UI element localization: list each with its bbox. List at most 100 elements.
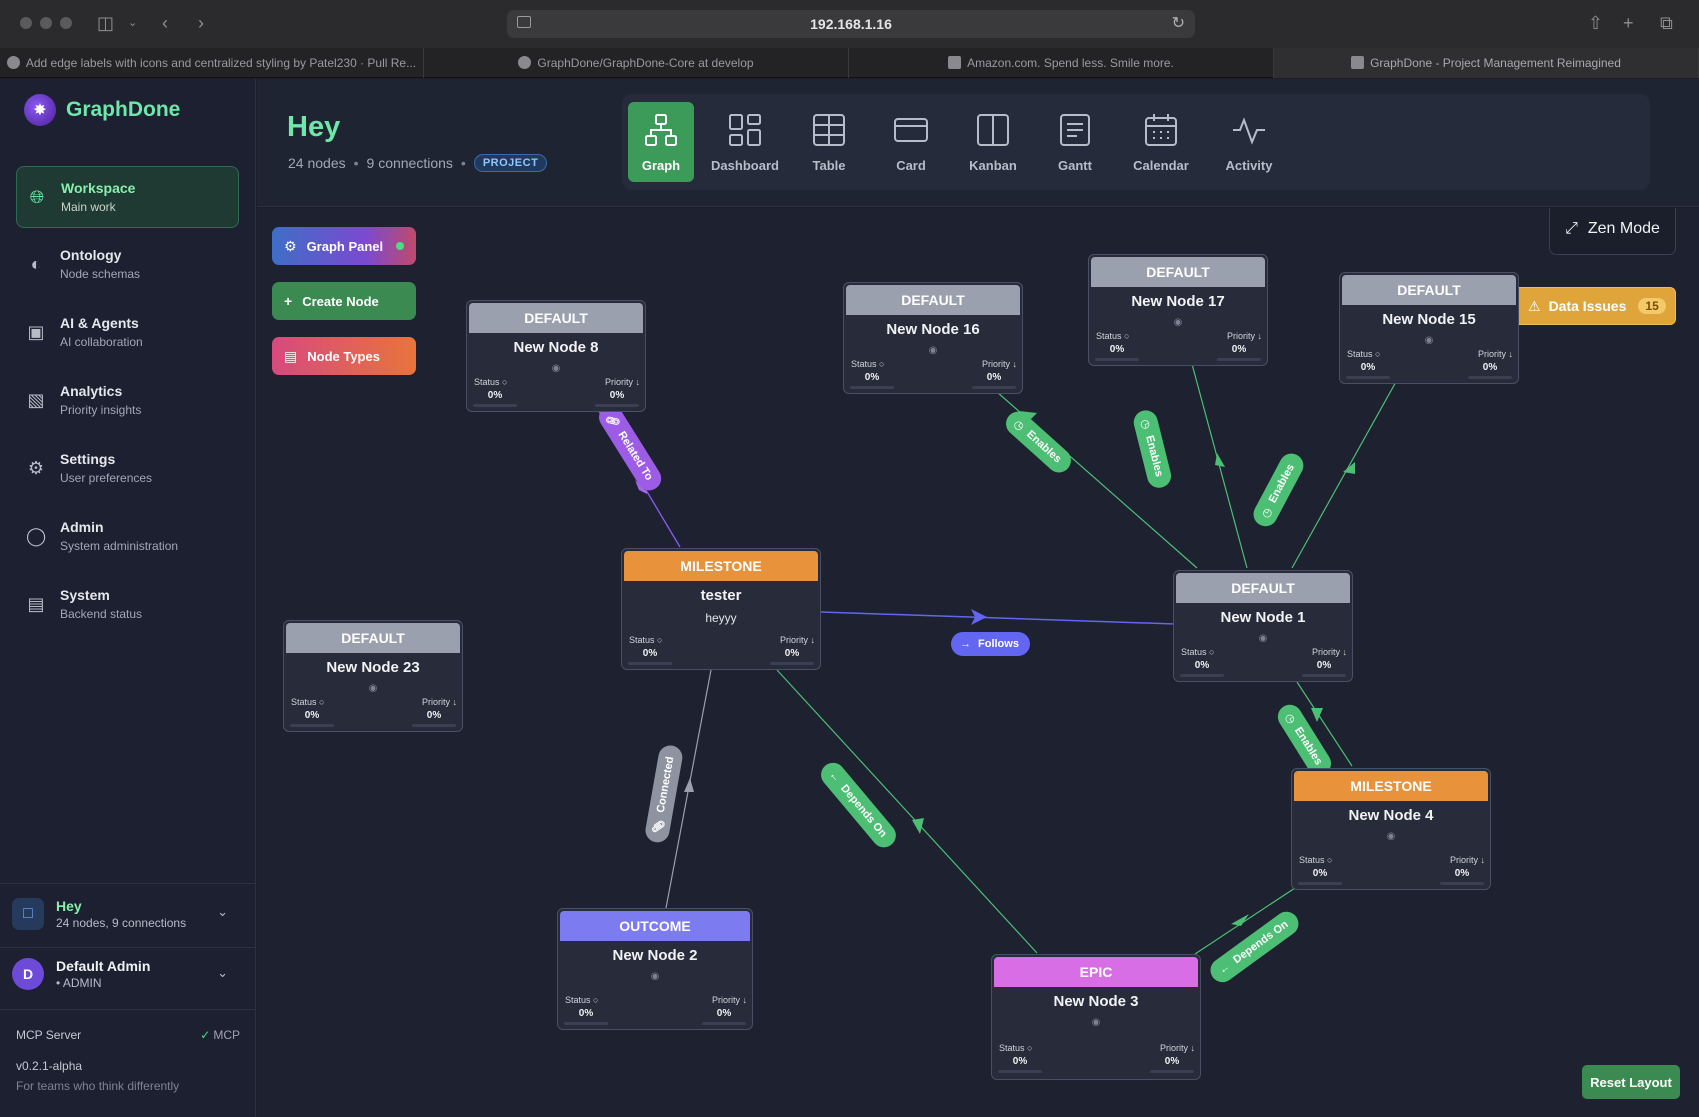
- close-window-button[interactable]: [20, 17, 32, 29]
- sidebar-item-subtitle: Backend status: [60, 607, 143, 621]
- bar-chart-icon: ▧: [27, 390, 45, 410]
- priority-label: Priority ↓: [981, 359, 1017, 369]
- edge-label-text: Enables: [1143, 434, 1166, 479]
- edge-follows[interactable]: [820, 611, 1176, 625]
- connection-count: 9 connections: [366, 155, 453, 171]
- sidebar-item-title: AI & Agents: [60, 315, 139, 331]
- mcp-server-row: MCP Server ✓ MCP: [16, 1028, 240, 1042]
- reset-layout-button[interactable]: Reset Layout: [1582, 1065, 1680, 1099]
- status-badge: PROJECT: [473, 154, 548, 172]
- sidebar-item-ai-agents[interactable]: ▣ AI & Agents AI collaboration: [16, 302, 239, 364]
- status-label: Status ○: [629, 635, 663, 645]
- status-value: 0%: [1109, 344, 1125, 355]
- priority-label: Priority ↓: [779, 635, 815, 645]
- address-bar[interactable]: 192.168.1.16 ↻: [507, 10, 1195, 38]
- chevron-down-icon[interactable]: ⌄: [128, 12, 137, 34]
- tab-dashboard[interactable]: Dashboard: [711, 102, 779, 182]
- sidebar-item-ontology[interactable]: ◐ Ontology Node schemas: [16, 234, 239, 296]
- tab-calendar[interactable]: Calendar: [1128, 102, 1194, 182]
- button-label: Create Node: [302, 293, 379, 309]
- forward-icon[interactable]: ›: [198, 12, 204, 34]
- status-value: 0%: [1312, 868, 1328, 879]
- dashboard-icon: [712, 112, 778, 148]
- priority-value: 0%: [1454, 868, 1470, 879]
- edge-enables[interactable]: [1291, 379, 1398, 569]
- sidebar: ✸ GraphDone 🌐︎ Workspace Main work ◐ Ont…: [0, 79, 256, 1117]
- view-switcher: Graph Dashboard Table Card Kanban Gantt …: [622, 94, 1650, 190]
- status-value: 0%: [1360, 362, 1376, 373]
- sidebar-toggle-icon[interactable]: ◫: [97, 12, 114, 34]
- graph-node[interactable]: DEFAULT New Node 16 ◉ Status ○ Priority …: [843, 282, 1023, 394]
- sidebar-item-subtitle: Node schemas: [60, 267, 141, 281]
- browser-tab[interactable]: Amazon.com. Spend less. Smile more.: [849, 48, 1274, 78]
- graph-node[interactable]: MILESTONE tester heyyy Status ○ Priority…: [621, 548, 821, 670]
- sidebar-item-settings[interactable]: ⚙ Settings User preferences: [16, 438, 239, 500]
- node-types-button[interactable]: ▤ Node Types: [272, 337, 416, 375]
- tab-gantt[interactable]: Gantt: [1042, 102, 1108, 182]
- browser-titlebar: ◫ ⌄ ‹ › 192.168.1.16 ↻ ⇧ + ⧉: [0, 0, 1699, 48]
- folder-icon: □: [12, 898, 44, 930]
- tab-card[interactable]: Card: [878, 102, 944, 182]
- zoom-window-button[interactable]: [60, 17, 72, 29]
- graph-node[interactable]: DEFAULT New Node 8 ◉ Status ○ Priority ↓…: [466, 300, 646, 412]
- schema-icon: ◐: [30, 254, 42, 274]
- node-type-badge: DEFAULT: [1091, 257, 1265, 287]
- graph-panel-button[interactable]: ⚙ Graph Panel: [272, 227, 416, 265]
- user-menu[interactable]: D Default Admin • ADMIN ⌄: [10, 955, 238, 1005]
- edge-label-follows[interactable]: → Follows: [951, 632, 1030, 656]
- button-label: Zen Mode: [1587, 220, 1660, 237]
- project-selector[interactable]: □ Hey 24 nodes, 9 connections ⌄: [12, 894, 236, 944]
- tab-label: GraphDone - Project Management Reimagine…: [1370, 56, 1621, 70]
- sidebar-item-subtitle: Main work: [61, 200, 116, 214]
- data-issues-button[interactable]: ⚠ Data Issues 15: [1513, 287, 1676, 325]
- node-description: heyyy: [705, 611, 737, 625]
- edge-enables[interactable]: [1191, 363, 1248, 569]
- graph-node[interactable]: EPIC New Node 3 ◉ Status ○ Priority ↓ 0%…: [991, 954, 1201, 1080]
- browser-tab[interactable]: Add edge labels with icons and centraliz…: [0, 48, 424, 78]
- graph-node[interactable]: DEFAULT New Node 1 ◉ Status ○ Priority ↓…: [1173, 570, 1353, 682]
- node-title: New Node 16: [886, 321, 980, 338]
- minimize-window-button[interactable]: [40, 17, 52, 29]
- share-icon[interactable]: ⇧: [1588, 12, 1603, 34]
- sidebar-item-admin[interactable]: ◯ Admin System administration: [16, 506, 239, 568]
- tab-overview-icon[interactable]: ⧉: [1660, 12, 1673, 34]
- graph-node[interactable]: DEFAULT New Node 17 ◉ Status ○ Priority …: [1088, 254, 1268, 366]
- tab-kanban[interactable]: Kanban: [960, 102, 1026, 182]
- zen-mode-button[interactable]: ⤢ Zen Mode: [1549, 208, 1676, 255]
- arrow-right-icon: →: [960, 638, 971, 650]
- clock-icon: ◷: [1259, 505, 1275, 520]
- graph-node[interactable]: DEFAULT New Node 23 ◉ Status ○ Priority …: [283, 620, 463, 732]
- url-text: 192.168.1.16: [810, 16, 892, 32]
- tab-label: GraphDone/GraphDone-Core at develop: [537, 56, 754, 70]
- graph-node[interactable]: OUTCOME New Node 2 ◉ Status ○ Priority ↓…: [557, 908, 753, 1030]
- globe-icon: 🌐︎: [29, 187, 45, 207]
- browser-tab-active[interactable]: GraphDone - Project Management Reimagine…: [1274, 48, 1699, 78]
- create-node-button[interactable]: + Create Node: [272, 282, 416, 320]
- tab-table[interactable]: Table: [796, 102, 862, 182]
- sidebar-item-system[interactable]: ▤ System Backend status: [16, 574, 239, 636]
- gantt-icon: [1042, 112, 1108, 148]
- browser-tab[interactable]: GraphDone/GraphDone-Core at develop: [424, 48, 849, 78]
- graph-canvas[interactable]: ⚙ Graph Panel + Create Node ▤ Node Types ⤢ Z…: [257, 208, 1699, 1117]
- project-meta: 24 nodes • 9 connections • PROJECT: [288, 154, 548, 172]
- back-icon[interactable]: ‹: [162, 12, 168, 34]
- arrowhead: [684, 778, 694, 792]
- node-type-badge: OUTCOME: [560, 911, 750, 941]
- view-label: Activity: [1225, 158, 1273, 173]
- graph-node[interactable]: DEFAULT New Node 15 ◉ Status ○ Priority …: [1339, 272, 1519, 384]
- tab-graph[interactable]: Graph: [628, 102, 694, 182]
- graph-node[interactable]: MILESTONE New Node 4 ◉ Status ○ Priority…: [1291, 768, 1491, 890]
- user-role: • ADMIN: [56, 976, 102, 990]
- status-value: 0%: [864, 372, 880, 383]
- sidebar-item-workspace[interactable]: 🌐︎ Workspace Main work: [16, 166, 239, 228]
- status-bar: [290, 724, 334, 727]
- sidebar-item-title: System: [60, 587, 110, 603]
- card-icon: [878, 112, 944, 148]
- brand[interactable]: ✸ GraphDone: [24, 93, 180, 127]
- chevron-down-icon: ⌄: [217, 904, 228, 919]
- new-tab-icon[interactable]: +: [1623, 12, 1634, 34]
- reload-icon[interactable]: ↻: [1172, 13, 1185, 33]
- edge-depends-on[interactable]: [776, 669, 1038, 954]
- sidebar-item-analytics[interactable]: ▧ Analytics Priority insights: [16, 370, 239, 432]
- tab-activity[interactable]: Activity: [1216, 102, 1282, 182]
